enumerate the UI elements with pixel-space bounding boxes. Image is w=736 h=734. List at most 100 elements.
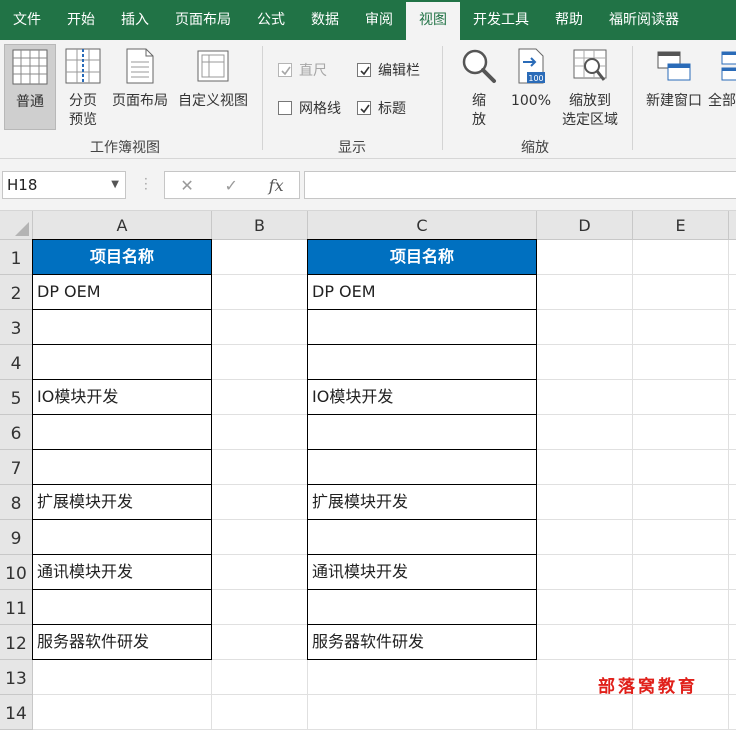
cell-a10[interactable]: 通讯模块开发 xyxy=(32,554,212,590)
cell-d9[interactable] xyxy=(537,520,633,555)
cell-c12[interactable]: 服务器软件研发 xyxy=(307,624,537,660)
cell-b13[interactable] xyxy=(212,660,308,695)
tab-view[interactable]: 视图 xyxy=(406,2,460,40)
custom-views-button[interactable]: 自定义视图 xyxy=(174,48,252,134)
cell-b2[interactable] xyxy=(212,275,308,310)
row-header-7[interactable]: 7 xyxy=(0,450,33,485)
cell-d3[interactable] xyxy=(537,310,633,345)
tab-foxit-reader[interactable]: 福昕阅读器 xyxy=(596,0,692,40)
chevron-down-icon[interactable]: ▼ xyxy=(111,172,119,198)
column-header-f[interactable] xyxy=(729,211,736,240)
tab-formulas[interactable]: 公式 xyxy=(244,0,298,40)
cell-d14[interactable] xyxy=(537,695,633,730)
cell-c8[interactable]: 扩展模块开发 xyxy=(307,484,537,520)
normal-view-button[interactable]: 普通 xyxy=(4,44,56,130)
cell-f12[interactable] xyxy=(729,625,736,660)
cell-c14[interactable] xyxy=(308,695,537,730)
cell-c1[interactable]: 项目名称 xyxy=(307,239,537,275)
zoom-to-selection-button[interactable]: 缩放到 选定区域 xyxy=(558,48,622,134)
cell-a13[interactable] xyxy=(33,660,212,695)
cell-d7[interactable] xyxy=(537,450,633,485)
cell-a5[interactable]: IO模块开发 xyxy=(32,379,212,415)
column-header-a[interactable]: A xyxy=(33,211,212,240)
row-header-10[interactable]: 10 xyxy=(0,555,33,590)
cell-e11[interactable] xyxy=(633,590,729,625)
cell-c4[interactable] xyxy=(307,344,537,380)
cell-f9[interactable] xyxy=(729,520,736,555)
tab-insert[interactable]: 插入 xyxy=(108,0,162,40)
insert-function-icon[interactable]: fx xyxy=(269,176,284,195)
enter-icon[interactable]: ✓ xyxy=(225,176,238,195)
row-header-14[interactable]: 14 xyxy=(0,695,33,730)
cell-c13[interactable] xyxy=(308,660,537,695)
ruler-checkbox[interactable]: 直尺 xyxy=(278,60,327,80)
cell-f6[interactable] xyxy=(729,415,736,450)
tab-review[interactable]: 审阅 xyxy=(352,0,406,40)
cell-f2[interactable] xyxy=(729,275,736,310)
row-header-2[interactable]: 2 xyxy=(0,275,33,310)
cell-b3[interactable] xyxy=(212,310,308,345)
row-header-8[interactable]: 8 xyxy=(0,485,33,520)
cell-f5[interactable] xyxy=(729,380,736,415)
cell-e8[interactable] xyxy=(633,485,729,520)
column-header-c[interactable]: C xyxy=(308,211,537,240)
cell-e12[interactable] xyxy=(633,625,729,660)
cell-b1[interactable] xyxy=(212,240,308,275)
column-header-b[interactable]: B xyxy=(212,211,308,240)
cell-e7[interactable] xyxy=(633,450,729,485)
cell-e1[interactable] xyxy=(633,240,729,275)
cell-a2[interactable]: DP OEM xyxy=(32,274,212,310)
cell-a3[interactable] xyxy=(32,309,212,345)
row-header-6[interactable]: 6 xyxy=(0,415,33,450)
cell-f13[interactable] xyxy=(729,660,736,695)
cell-a4[interactable] xyxy=(32,344,212,380)
cell-e10[interactable] xyxy=(633,555,729,590)
arrange-all-button[interactable]: 全部 xyxy=(708,48,736,134)
name-box[interactable]: H18 ▼ xyxy=(2,171,126,199)
cell-b11[interactable] xyxy=(212,590,308,625)
row-header-12[interactable]: 12 xyxy=(0,625,33,660)
cell-e2[interactable] xyxy=(633,275,729,310)
cell-a7[interactable] xyxy=(32,449,212,485)
cell-e5[interactable] xyxy=(633,380,729,415)
cell-e6[interactable] xyxy=(633,415,729,450)
cell-c3[interactable] xyxy=(307,309,537,345)
cell-c6[interactable] xyxy=(307,414,537,450)
cell-f7[interactable] xyxy=(729,450,736,485)
cell-b6[interactable] xyxy=(212,415,308,450)
cell-b9[interactable] xyxy=(212,520,308,555)
cell-a6[interactable] xyxy=(32,414,212,450)
cell-a11[interactable] xyxy=(32,589,212,625)
cell-c10[interactable]: 通讯模块开发 xyxy=(307,554,537,590)
column-header-d[interactable]: D xyxy=(537,211,633,240)
row-header-4[interactable]: 4 xyxy=(0,345,33,380)
cell-d2[interactable] xyxy=(537,275,633,310)
tab-file[interactable]: 文件 xyxy=(0,0,54,40)
cell-c5[interactable]: IO模块开发 xyxy=(307,379,537,415)
headings-checkbox[interactable]: 标题 xyxy=(357,98,406,118)
row-header-5[interactable]: 5 xyxy=(0,380,33,415)
cell-a8[interactable]: 扩展模块开发 xyxy=(32,484,212,520)
cell-e3[interactable] xyxy=(633,310,729,345)
cell-d11[interactable] xyxy=(537,590,633,625)
cell-f8[interactable] xyxy=(729,485,736,520)
row-header-3[interactable]: 3 xyxy=(0,310,33,345)
cell-c11[interactable] xyxy=(307,589,537,625)
column-header-e[interactable]: E xyxy=(633,211,729,240)
cell-b10[interactable] xyxy=(212,555,308,590)
page-layout-view-button[interactable]: 页面布局 xyxy=(108,48,172,134)
cancel-icon[interactable]: ✕ xyxy=(180,176,193,195)
row-header-11[interactable]: 11 xyxy=(0,590,33,625)
cell-a1[interactable]: 项目名称 xyxy=(32,239,212,275)
cell-d5[interactable] xyxy=(537,380,633,415)
select-all-button[interactable] xyxy=(0,211,33,240)
tab-home[interactable]: 开始 xyxy=(54,0,108,40)
tab-developer[interactable]: 开发工具 xyxy=(460,0,542,40)
cell-b4[interactable] xyxy=(212,345,308,380)
gridlines-checkbox[interactable]: 网格线 xyxy=(278,98,341,118)
cell-b8[interactable] xyxy=(212,485,308,520)
formula-input[interactable] xyxy=(304,171,736,199)
cell-c2[interactable]: DP OEM xyxy=(307,274,537,310)
cell-f14[interactable] xyxy=(729,695,736,730)
cell-f4[interactable] xyxy=(729,345,736,380)
